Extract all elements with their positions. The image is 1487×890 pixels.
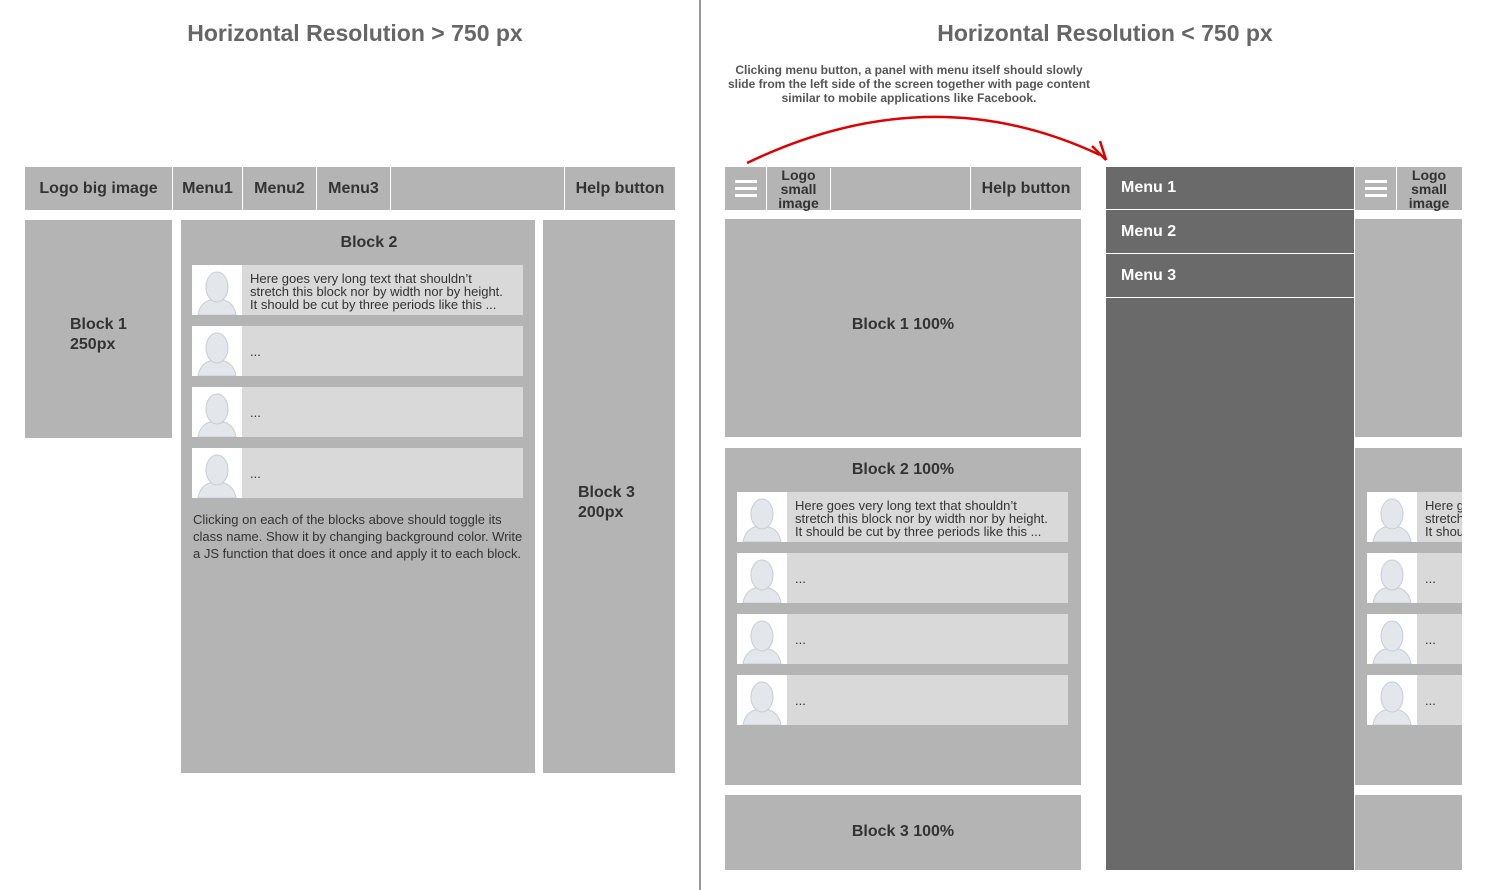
- post-text: Here goes very long text that shouldn’t …: [1425, 498, 1462, 539]
- block1-size: 250px: [70, 336, 116, 353]
- list-item[interactable]: ...: [1367, 675, 1462, 725]
- panel-menu-item-3[interactable]: Menu 3: [1106, 255, 1354, 298]
- post-ellipsis: ...: [1425, 632, 1436, 647]
- left-heading: Horizontal Resolution > 750 px: [187, 20, 523, 46]
- menu1-item[interactable]: Menu1: [173, 167, 243, 210]
- mobile-block3[interactable]: Block 3 100%: [725, 795, 1081, 870]
- list-item[interactable]: Here goes very long text that shouldn’t …: [737, 492, 1068, 542]
- post-ellipsis: ...: [795, 571, 806, 586]
- avatar-icon: [1367, 675, 1417, 725]
- list-item[interactable]: ...: [737, 614, 1068, 664]
- left-header: Logo big image Menu1 Menu2 Menu3 Help bu…: [25, 167, 675, 210]
- right-note: Clicking menu button, a panel with menu …: [727, 63, 1091, 105]
- block3-size: 200px: [578, 504, 624, 521]
- left-block2[interactable]: Block 2 Here goes very long text that sh…: [181, 220, 535, 773]
- right-heading: Horizontal Resolution < 750 px: [937, 20, 1273, 46]
- block2-title: Block 2: [340, 234, 398, 251]
- left-block1[interactable]: Block 1 250px: [25, 220, 172, 438]
- block3-title: Block 3: [578, 484, 635, 501]
- list-item[interactable]: ...: [192, 387, 523, 437]
- left-block3[interactable]: Block 3 200px: [543, 220, 675, 773]
- post-text: Here goes very long text that shouldn’t …: [795, 498, 1048, 539]
- list-item[interactable]: Here goes very long text that shouldn’t …: [192, 265, 523, 315]
- slid-block1[interactable]: [1355, 219, 1462, 437]
- mobile-block1-title: Block 1 100%: [851, 316, 955, 333]
- slid-block3[interactable]: [1355, 795, 1462, 870]
- slid-block2[interactable]: Here goes very long text that shouldn’t …: [1355, 448, 1462, 785]
- slide-arrow: [746, 115, 1108, 165]
- avatar-icon: [192, 448, 242, 498]
- post-ellipsis: ...: [250, 466, 261, 481]
- menu3-item[interactable]: Menu3: [317, 167, 391, 210]
- avatar-icon: [737, 675, 787, 725]
- slid-header: Logo small image: [1355, 167, 1462, 210]
- block2-note: Clicking on each of the blocks above sho…: [193, 512, 523, 561]
- avatar-icon: [192, 265, 242, 315]
- mobile-header: Logo small image Help button: [725, 167, 1081, 210]
- slide-menu-panel: Menu 1 Menu 2 Menu 3: [1106, 167, 1354, 870]
- logo-small-image[interactable]: Logo small image: [1397, 168, 1461, 210]
- post-ellipsis: ...: [250, 344, 261, 359]
- mobile-block3-title: Block 3 100%: [851, 823, 955, 840]
- list-item[interactable]: Here goes very long text that shouldn’t …: [1367, 492, 1462, 542]
- help-button[interactable]: Help button: [970, 167, 1081, 210]
- post-text: Here goes very long text that shouldn’t …: [250, 271, 503, 312]
- mobile-block1[interactable]: Block 1 100%: [725, 219, 1081, 437]
- avatar-icon: [737, 553, 787, 603]
- mobile-block2[interactable]: Block 2 100% Here goes very long text th…: [725, 448, 1081, 785]
- mobile-block2-title: Block 2 100%: [851, 461, 955, 478]
- avatar-icon: [1367, 553, 1417, 603]
- panel-menu-item-1[interactable]: Menu 1: [1106, 167, 1354, 210]
- list-item[interactable]: ...: [1367, 553, 1462, 603]
- block1-title: Block 1: [70, 316, 127, 333]
- divider-line: [699, 0, 701, 890]
- avatar-icon: [737, 492, 787, 542]
- avatar-icon: [1367, 614, 1417, 664]
- panel-menu-item-2[interactable]: Menu 2: [1106, 211, 1354, 254]
- post-ellipsis: ...: [1425, 693, 1436, 708]
- list-item[interactable]: ...: [1367, 614, 1462, 664]
- list-item[interactable]: ...: [737, 553, 1068, 603]
- hamburger-icon[interactable]: [1355, 167, 1397, 210]
- list-item[interactable]: ...: [737, 675, 1068, 725]
- post-ellipsis: ...: [795, 632, 806, 647]
- post-ellipsis: ...: [1425, 571, 1436, 586]
- menu2-item[interactable]: Menu2: [243, 167, 317, 210]
- avatar-icon: [1367, 492, 1417, 542]
- logo-small-image[interactable]: Logo small image: [767, 168, 831, 210]
- slid-page-content: Logo small image Here goes very long tex…: [1355, 167, 1462, 870]
- list-item[interactable]: ...: [192, 326, 523, 376]
- post-ellipsis: ...: [795, 693, 806, 708]
- hamburger-icon[interactable]: [725, 167, 767, 210]
- avatar-icon: [192, 387, 242, 437]
- avatar-icon: [737, 614, 787, 664]
- list-item[interactable]: ...: [192, 448, 523, 498]
- avatar-icon: [192, 326, 242, 376]
- help-button[interactable]: Help button: [564, 167, 675, 210]
- post-ellipsis: ...: [250, 405, 261, 420]
- logo-big-image[interactable]: Logo big image: [25, 167, 173, 210]
